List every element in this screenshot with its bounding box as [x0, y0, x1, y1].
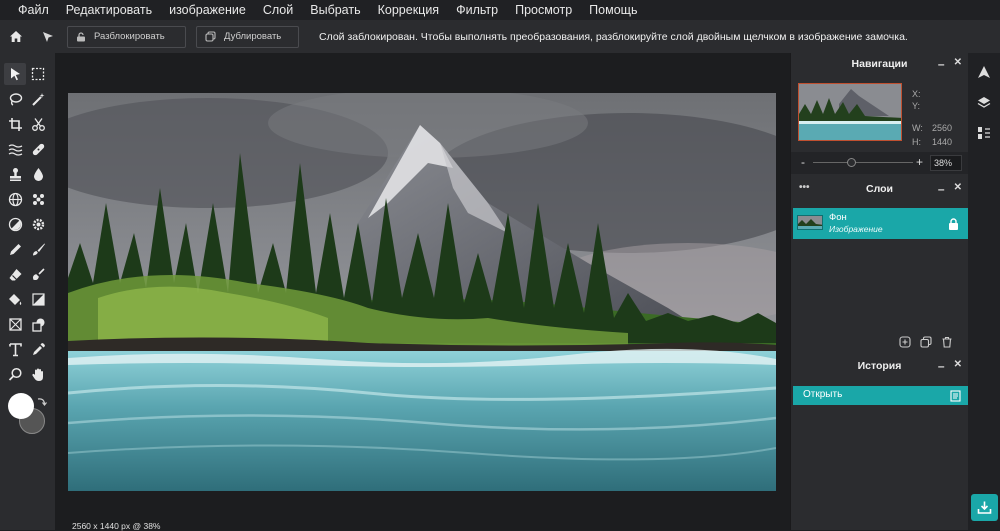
character-panel-icon[interactable]: [977, 65, 991, 84]
smudge-icon[interactable]: [27, 263, 49, 285]
layers-minimize-button[interactable]: –: [938, 182, 945, 196]
menu-image[interactable]: изображение: [169, 3, 246, 17]
stamp-tool-icon[interactable]: [4, 163, 26, 185]
magic-wand-icon[interactable]: [27, 88, 49, 110]
navigator-thumbnail[interactable]: [798, 83, 902, 141]
layer-type: Изображение: [829, 224, 883, 234]
side-panels: Навигации – ✕ X: Y: W: H: 2560 1440 - + …: [790, 53, 968, 530]
gear-icon[interactable]: [27, 213, 49, 235]
frame-tool-icon[interactable]: [4, 313, 26, 335]
history-title: История: [857, 360, 902, 372]
add-layer-icon[interactable]: [899, 335, 911, 353]
delete-layer-icon[interactable]: [941, 335, 953, 353]
tools-panel: [0, 53, 55, 530]
options-bar: Разблокировать Дублировать Слой заблокир…: [0, 20, 1000, 53]
cursor-x-label: X:: [912, 89, 921, 99]
menu-layer[interactable]: Слой: [263, 3, 293, 17]
cursor-icon[interactable]: [41, 30, 55, 44]
canvas-area[interactable]: 2560 x 1440 px @ 38%: [55, 53, 790, 531]
text-tool-icon[interactable]: [4, 338, 26, 360]
zoom-in-button[interactable]: +: [916, 155, 923, 169]
zoom-icon[interactable]: [4, 363, 26, 385]
download-icon: [977, 501, 992, 514]
liquify-tool-icon[interactable]: [4, 138, 26, 160]
menu-help[interactable]: Помощь: [589, 3, 637, 17]
crop-tool-icon[interactable]: [4, 113, 26, 135]
cursor-y-label: Y:: [912, 101, 921, 111]
swap-colors-icon[interactable]: [36, 394, 47, 412]
bandage-icon[interactable]: [27, 138, 49, 160]
move-tool-icon[interactable]: [4, 63, 26, 85]
home-icon[interactable]: [9, 30, 23, 43]
layer-thumbnail: [797, 215, 823, 230]
lock-icon: [77, 31, 85, 41]
hand-icon[interactable]: [27, 363, 49, 385]
zoom-out-button[interactable]: -: [801, 155, 805, 169]
layers-close-button[interactable]: ✕: [954, 182, 962, 196]
height-value: 1440: [932, 137, 953, 147]
sponge-icon[interactable]: [27, 188, 49, 210]
globe-icon[interactable]: [4, 188, 26, 210]
navigator-header: Навигации – ✕: [791, 53, 968, 75]
menu-filter[interactable]: Фильтр: [456, 3, 498, 17]
menu-edit[interactable]: Редактировать: [66, 3, 152, 17]
layer-lock-icon[interactable]: [948, 217, 959, 235]
width-value: 2560: [932, 123, 953, 133]
foreground-color-swatch[interactable]: [8, 393, 34, 419]
duplicate-icon: [205, 31, 216, 42]
shape-tool-icon[interactable]: [27, 313, 49, 335]
unlock-label: Разблокировать: [94, 31, 165, 42]
eyedropper-icon[interactable]: [27, 338, 49, 360]
menu-select[interactable]: Выбрать: [310, 3, 360, 17]
layers-menu-icon[interactable]: •••: [799, 182, 810, 193]
history-item[interactable]: Открыть: [793, 386, 968, 405]
layer-name: Фон: [829, 212, 847, 223]
zoom-slider[interactable]: [813, 162, 913, 163]
layer-actions: [899, 335, 953, 353]
dodge-tool-icon[interactable]: [4, 213, 26, 235]
height-label: H:: [912, 137, 921, 147]
menu-file[interactable]: Файл: [18, 3, 49, 17]
marquee-tool-icon[interactable]: [27, 63, 49, 85]
blur-drop-icon[interactable]: [27, 163, 49, 185]
history-close-button[interactable]: ✕: [954, 359, 962, 373]
export-button[interactable]: [971, 494, 998, 521]
zoom-input[interactable]: 38%: [930, 155, 962, 171]
navigator-title: Навигации: [851, 58, 908, 70]
layers-panel-icon[interactable]: [977, 96, 991, 115]
lock-message: Слой заблокирован. Чтобы выполнять преоб…: [319, 30, 908, 43]
layers-header: ••• Слои – ✕: [791, 178, 968, 200]
duplicate-button[interactable]: Дублировать: [196, 25, 299, 48]
menu-view[interactable]: Просмотр: [515, 3, 572, 17]
menu-bar: Файл Редактировать изображение Слой Выбр…: [0, 0, 1000, 20]
lasso-tool-icon[interactable]: [4, 88, 26, 110]
width-label: W:: [912, 123, 923, 133]
navigator-close-button[interactable]: ✕: [954, 57, 962, 71]
eraser-icon[interactable]: [4, 263, 26, 285]
zoom-slider-thumb[interactable]: [846, 158, 856, 167]
pencil-icon[interactable]: [4, 238, 26, 260]
canvas-image[interactable]: [68, 93, 776, 491]
brush-icon[interactable]: [27, 238, 49, 260]
duplicate-label: Дублировать: [224, 31, 282, 42]
menu-adjustments[interactable]: Коррекция: [378, 3, 439, 17]
duplicate-layer-icon[interactable]: [920, 335, 932, 353]
layer-item[interactable]: Фон Изображение: [793, 208, 968, 239]
layers-title: Слои: [866, 183, 893, 195]
panel-icon-strip: [968, 53, 1000, 530]
scissors-icon[interactable]: [27, 113, 49, 135]
unlock-button[interactable]: Разблокировать: [67, 25, 186, 48]
history-document-icon: [950, 389, 961, 407]
history-minimize-button[interactable]: –: [938, 359, 945, 373]
history-header: История – ✕: [791, 355, 968, 377]
paint-bucket-icon[interactable]: [4, 288, 26, 310]
zoom-row: - + 38%: [791, 152, 968, 174]
history-item-label: Открыть: [803, 389, 843, 400]
adjustments-panel-icon[interactable]: [977, 126, 991, 145]
gradient-icon[interactable]: [27, 288, 49, 310]
navigator-minimize-button[interactable]: –: [938, 57, 945, 71]
